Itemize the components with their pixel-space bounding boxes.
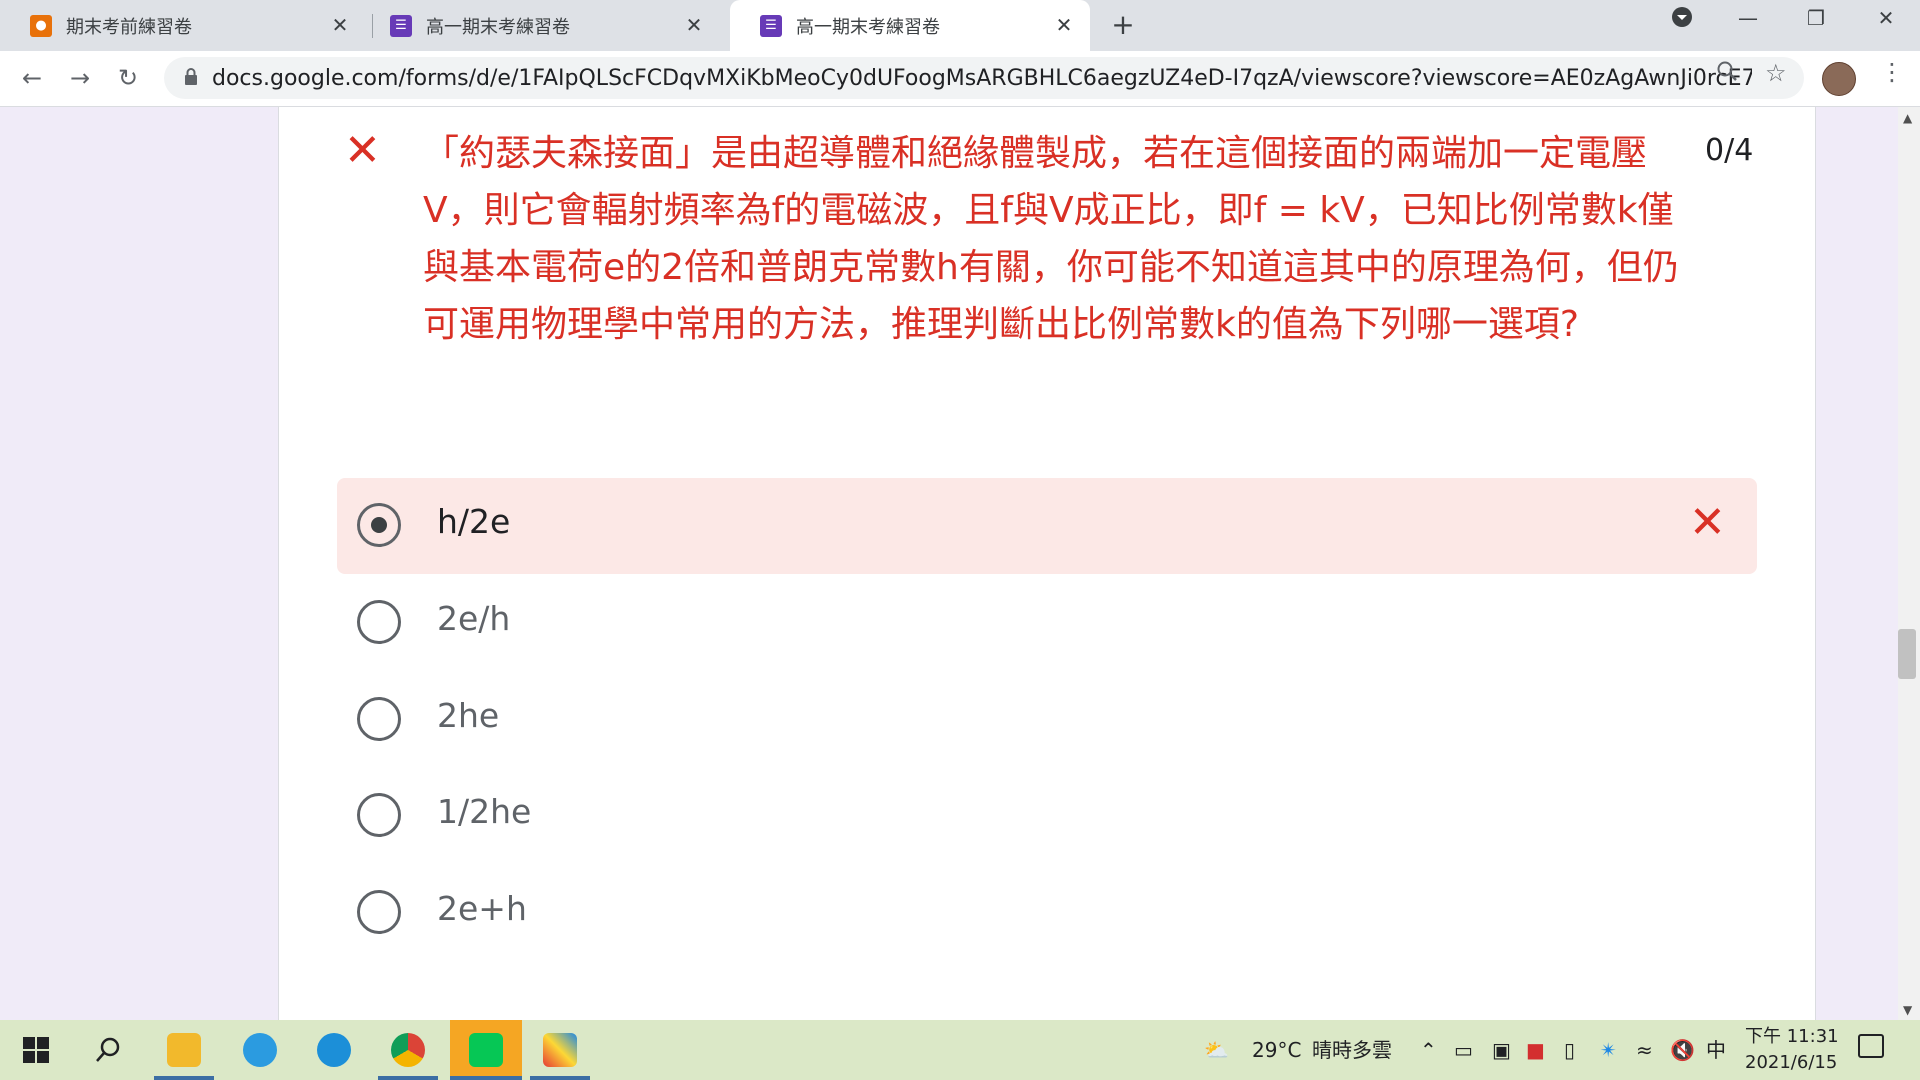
option-2[interactable]: 2e/h	[337, 575, 1757, 671]
search-icon[interactable]	[78, 1020, 138, 1080]
acrobat-icon[interactable]: ■	[1526, 1020, 1545, 1080]
weather-temperature[interactable]: 29°C	[1252, 1020, 1301, 1080]
start-icon[interactable]	[6, 1020, 66, 1080]
option-label: 2e/h	[437, 599, 511, 638]
lock-icon	[184, 68, 198, 90]
option-3[interactable]: 2he	[337, 672, 1757, 768]
radio-button[interactable]	[357, 890, 401, 934]
scrollbar-thumb[interactable]	[1898, 629, 1916, 679]
bluetooth-icon[interactable]: ✴	[1600, 1020, 1617, 1080]
line-app-icon[interactable]	[450, 1020, 522, 1080]
option-label: 2e+h	[437, 889, 527, 928]
windows-taskbar: ⛅ 29°C 晴時多雲 ⌃ ▭ ▣ ■ ▯ ✴ ≈ 🔇 中 下午 11:31 2…	[0, 1020, 1920, 1080]
scroll-down-icon[interactable]: ▼	[1903, 1003, 1912, 1017]
wifi-icon[interactable]: ≈	[1636, 1020, 1653, 1080]
volume-muted-icon[interactable]: 🔇	[1670, 1020, 1695, 1080]
edge-icon[interactable]	[304, 1020, 364, 1080]
close-icon[interactable]: ✕	[328, 13, 352, 37]
question-score: 0/4	[1705, 133, 1754, 168]
question-card: ✕ 「約瑟夫森接面」是由超導體和絕緣體製成，若在這個接面的兩端加一定電壓V，則它…	[278, 107, 1816, 1020]
new-tab-button[interactable]: +	[1108, 10, 1138, 40]
url-text: docs.google.com/forms/d/e/1FAIpQLScFCDqv…	[212, 66, 1752, 91]
browser-tab-bar: ● 期末考前練習卷 ✕ ☰ 高一期末考練習卷 ✕ ☰ 高一期末考練習卷 ✕ + …	[0, 0, 1920, 51]
address-bar[interactable]: docs.google.com/forms/d/e/1FAIpQLScFCDqv…	[164, 57, 1804, 99]
clock[interactable]: 下午 11:31 2021/6/15	[1745, 1024, 1839, 1076]
scroll-up-icon[interactable]: ▲	[1903, 111, 1912, 125]
app-icon[interactable]	[530, 1020, 590, 1080]
tab-2[interactable]: ☰ 高一期末考練習卷 ✕	[360, 0, 720, 51]
contacts-form-icon: ●	[30, 14, 52, 37]
option-4[interactable]: 1/2he	[337, 768, 1757, 864]
option-label: h/2e	[437, 502, 511, 541]
notification-icon[interactable]	[1858, 1034, 1884, 1058]
tab-1[interactable]: ● 期末考前練習卷 ✕	[0, 0, 366, 51]
question-text: 「約瑟夫森接面」是由超導體和絕緣體製成，若在這個接面的兩端加一定電壓V，則它會輻…	[423, 133, 1679, 345]
tab-1-title: 期末考前練習卷	[66, 16, 192, 38]
window-close-icon[interactable]: ✕	[1866, 6, 1906, 30]
radio-button[interactable]	[357, 600, 401, 644]
usb-drive-icon[interactable]: ▯	[1564, 1020, 1575, 1080]
tab-2-title: 高一期末考練習卷	[426, 16, 570, 38]
forward-arrow-icon[interactable]: →	[64, 62, 96, 94]
zoom-icon[interactable]	[1716, 60, 1738, 88]
weather-icon[interactable]: ⛅	[1204, 1020, 1229, 1080]
internet-explorer-icon[interactable]	[230, 1020, 290, 1080]
chevron-up-icon[interactable]: ⌃	[1420, 1020, 1437, 1080]
bookmark-star-icon[interactable]: ☆	[1765, 59, 1787, 87]
option-5[interactable]: 2e+h	[337, 865, 1757, 961]
battery-icon[interactable]: ▭	[1454, 1020, 1473, 1080]
radio-button-selected[interactable]	[357, 503, 401, 547]
page-scrollbar[interactable]: ▲ ▼	[1898, 107, 1920, 1020]
forms-icon: ☰	[760, 14, 782, 37]
option-label: 2he	[437, 696, 500, 735]
weather-description[interactable]: 晴時多雲	[1312, 1020, 1392, 1080]
profile-avatar[interactable]	[1822, 62, 1856, 96]
minimize-icon[interactable]: —	[1728, 6, 1768, 30]
input-method-indicator[interactable]: 中	[1706, 1020, 1726, 1080]
clock-date: 2021/6/15	[1745, 1052, 1838, 1073]
restore-icon[interactable]: ❐	[1796, 6, 1836, 30]
incorrect-answer-icon: ✕	[1689, 497, 1726, 548]
more-menu-icon[interactable]: ⋮	[1880, 58, 1904, 86]
meet-icon[interactable]: ▣	[1492, 1020, 1511, 1080]
tab-3-active[interactable]: ☰ 高一期末考練習卷 ✕	[730, 0, 1090, 51]
chrome-icon[interactable]	[378, 1020, 438, 1080]
file-explorer-icon[interactable]	[154, 1020, 214, 1080]
tab-3-title: 高一期末考練習卷	[796, 16, 940, 38]
option-label: 1/2he	[437, 792, 532, 831]
close-icon[interactable]: ✕	[1052, 13, 1076, 37]
option-1[interactable]: h/2e ✕	[337, 478, 1757, 574]
incorrect-icon: ✕	[344, 125, 381, 176]
back-arrow-icon[interactable]: ←	[16, 62, 48, 94]
tab-search-icon[interactable]	[1662, 6, 1702, 33]
radio-button[interactable]	[357, 697, 401, 741]
clock-time: 下午 11:31	[1745, 1026, 1839, 1047]
browser-toolbar: ← → ↻ docs.google.com/forms/d/e/1FAIpQLS…	[0, 51, 1920, 107]
page-content: ✕ 「約瑟夫森接面」是由超導體和絕緣體製成，若在這個接面的兩端加一定電壓V，則它…	[0, 107, 1920, 1020]
close-icon[interactable]: ✕	[682, 13, 706, 37]
forms-icon: ☰	[390, 14, 412, 37]
radio-button[interactable]	[357, 793, 401, 837]
reload-icon[interactable]: ↻	[112, 62, 144, 94]
